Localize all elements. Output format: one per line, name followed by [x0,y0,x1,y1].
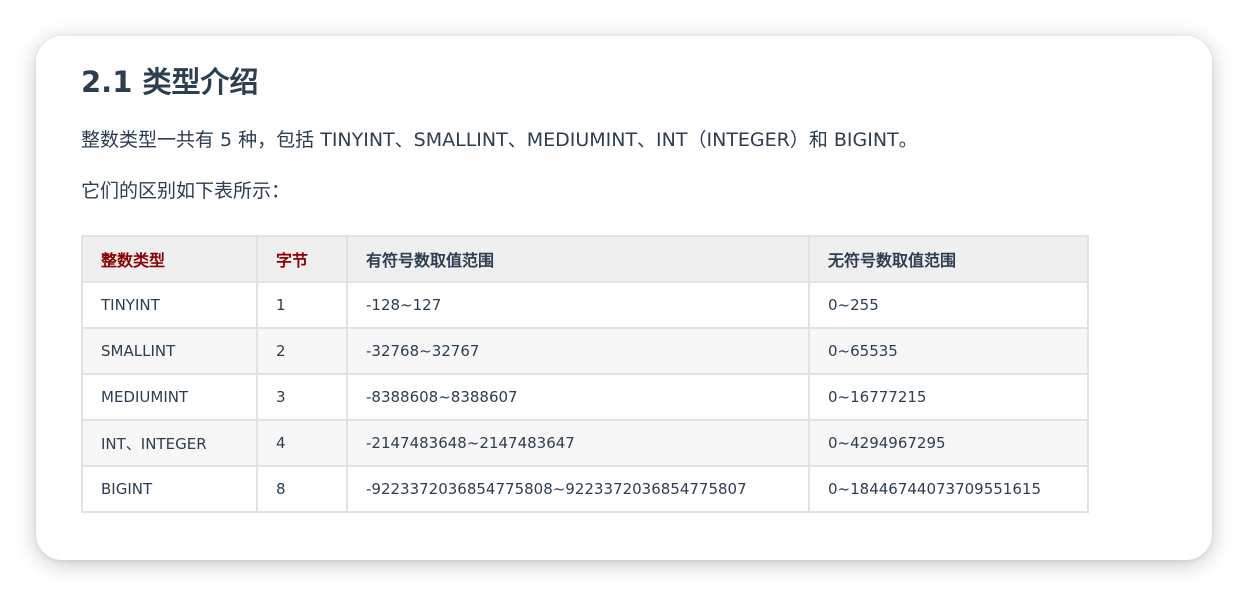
header-signed-range: 有符号数取值范围 [346,235,810,283]
cell-unsigned-range: 0~18446744073709551615 [808,465,1089,513]
table-row: TINYINT 1 -128~127 0~255 [81,281,1089,329]
header-integer-type: 整数类型 [81,235,258,283]
intro-paragraph: 整数类型一共有 5 种，包括 TINYINT、SMALLINT、MEDIUMIN… [81,129,918,151]
cell-bytes: 2 [256,327,348,375]
table-intro-paragraph: 它们的区别如下表所示： [81,180,291,202]
cell-unsigned-range: 0~16777215 [808,373,1089,421]
cell-bytes: 1 [256,281,348,329]
cell-type: INT、INTEGER [81,419,258,467]
table-row: MEDIUMINT 3 -8388608~8388607 0~16777215 [81,373,1089,421]
cell-unsigned-range: 0~4294967295 [808,419,1089,467]
table-row: INT、INTEGER 4 -2147483648~2147483647 0~4… [81,419,1089,467]
table-row: SMALLINT 2 -32768~32767 0~65535 [81,327,1089,375]
table-header: 整数类型 字节 有符号数取值范围 无符号数取值范围 [81,235,1089,283]
header-unsigned-range: 无符号数取值范围 [808,235,1089,283]
table-row: BIGINT 8 -9223372036854775808~9223372036… [81,465,1089,513]
cell-bytes: 8 [256,465,348,513]
cell-unsigned-range: 0~255 [808,281,1089,329]
cell-signed-range: -8388608~8388607 [346,373,810,421]
cell-type: BIGINT [81,465,258,513]
cell-signed-range: -9223372036854775808~9223372036854775807 [346,465,810,513]
cell-unsigned-range: 0~65535 [808,327,1089,375]
cell-type: TINYINT [81,281,258,329]
table-body: TINYINT 1 -128~127 0~255 SMALLINT 2 -327… [81,281,1089,513]
cell-signed-range: -32768~32767 [346,327,810,375]
table-header-row: 整数类型 字节 有符号数取值范围 无符号数取值范围 [81,235,1089,283]
cell-signed-range: -2147483648~2147483647 [346,419,810,467]
cell-signed-range: -128~127 [346,281,810,329]
content-card: 2.1 类型介绍 整数类型一共有 5 种，包括 TINYINT、SMALLINT… [36,36,1212,560]
section-title: 2.1 类型介绍 [81,65,259,99]
cell-type: SMALLINT [81,327,258,375]
cell-bytes: 3 [256,373,348,421]
integer-types-table: 整数类型 字节 有符号数取值范围 无符号数取值范围 TINYINT 1 -128… [81,235,1089,513]
cell-type: MEDIUMINT [81,373,258,421]
header-bytes: 字节 [256,235,348,283]
cell-bytes: 4 [256,419,348,467]
